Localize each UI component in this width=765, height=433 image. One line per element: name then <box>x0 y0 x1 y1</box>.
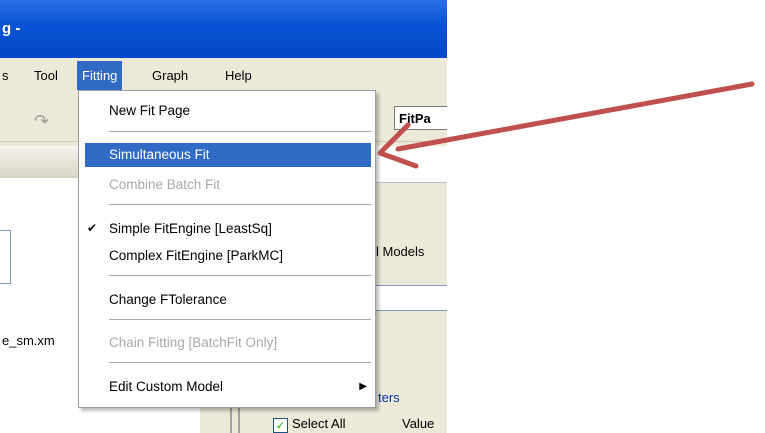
annotation-arrow-icon <box>377 81 755 169</box>
